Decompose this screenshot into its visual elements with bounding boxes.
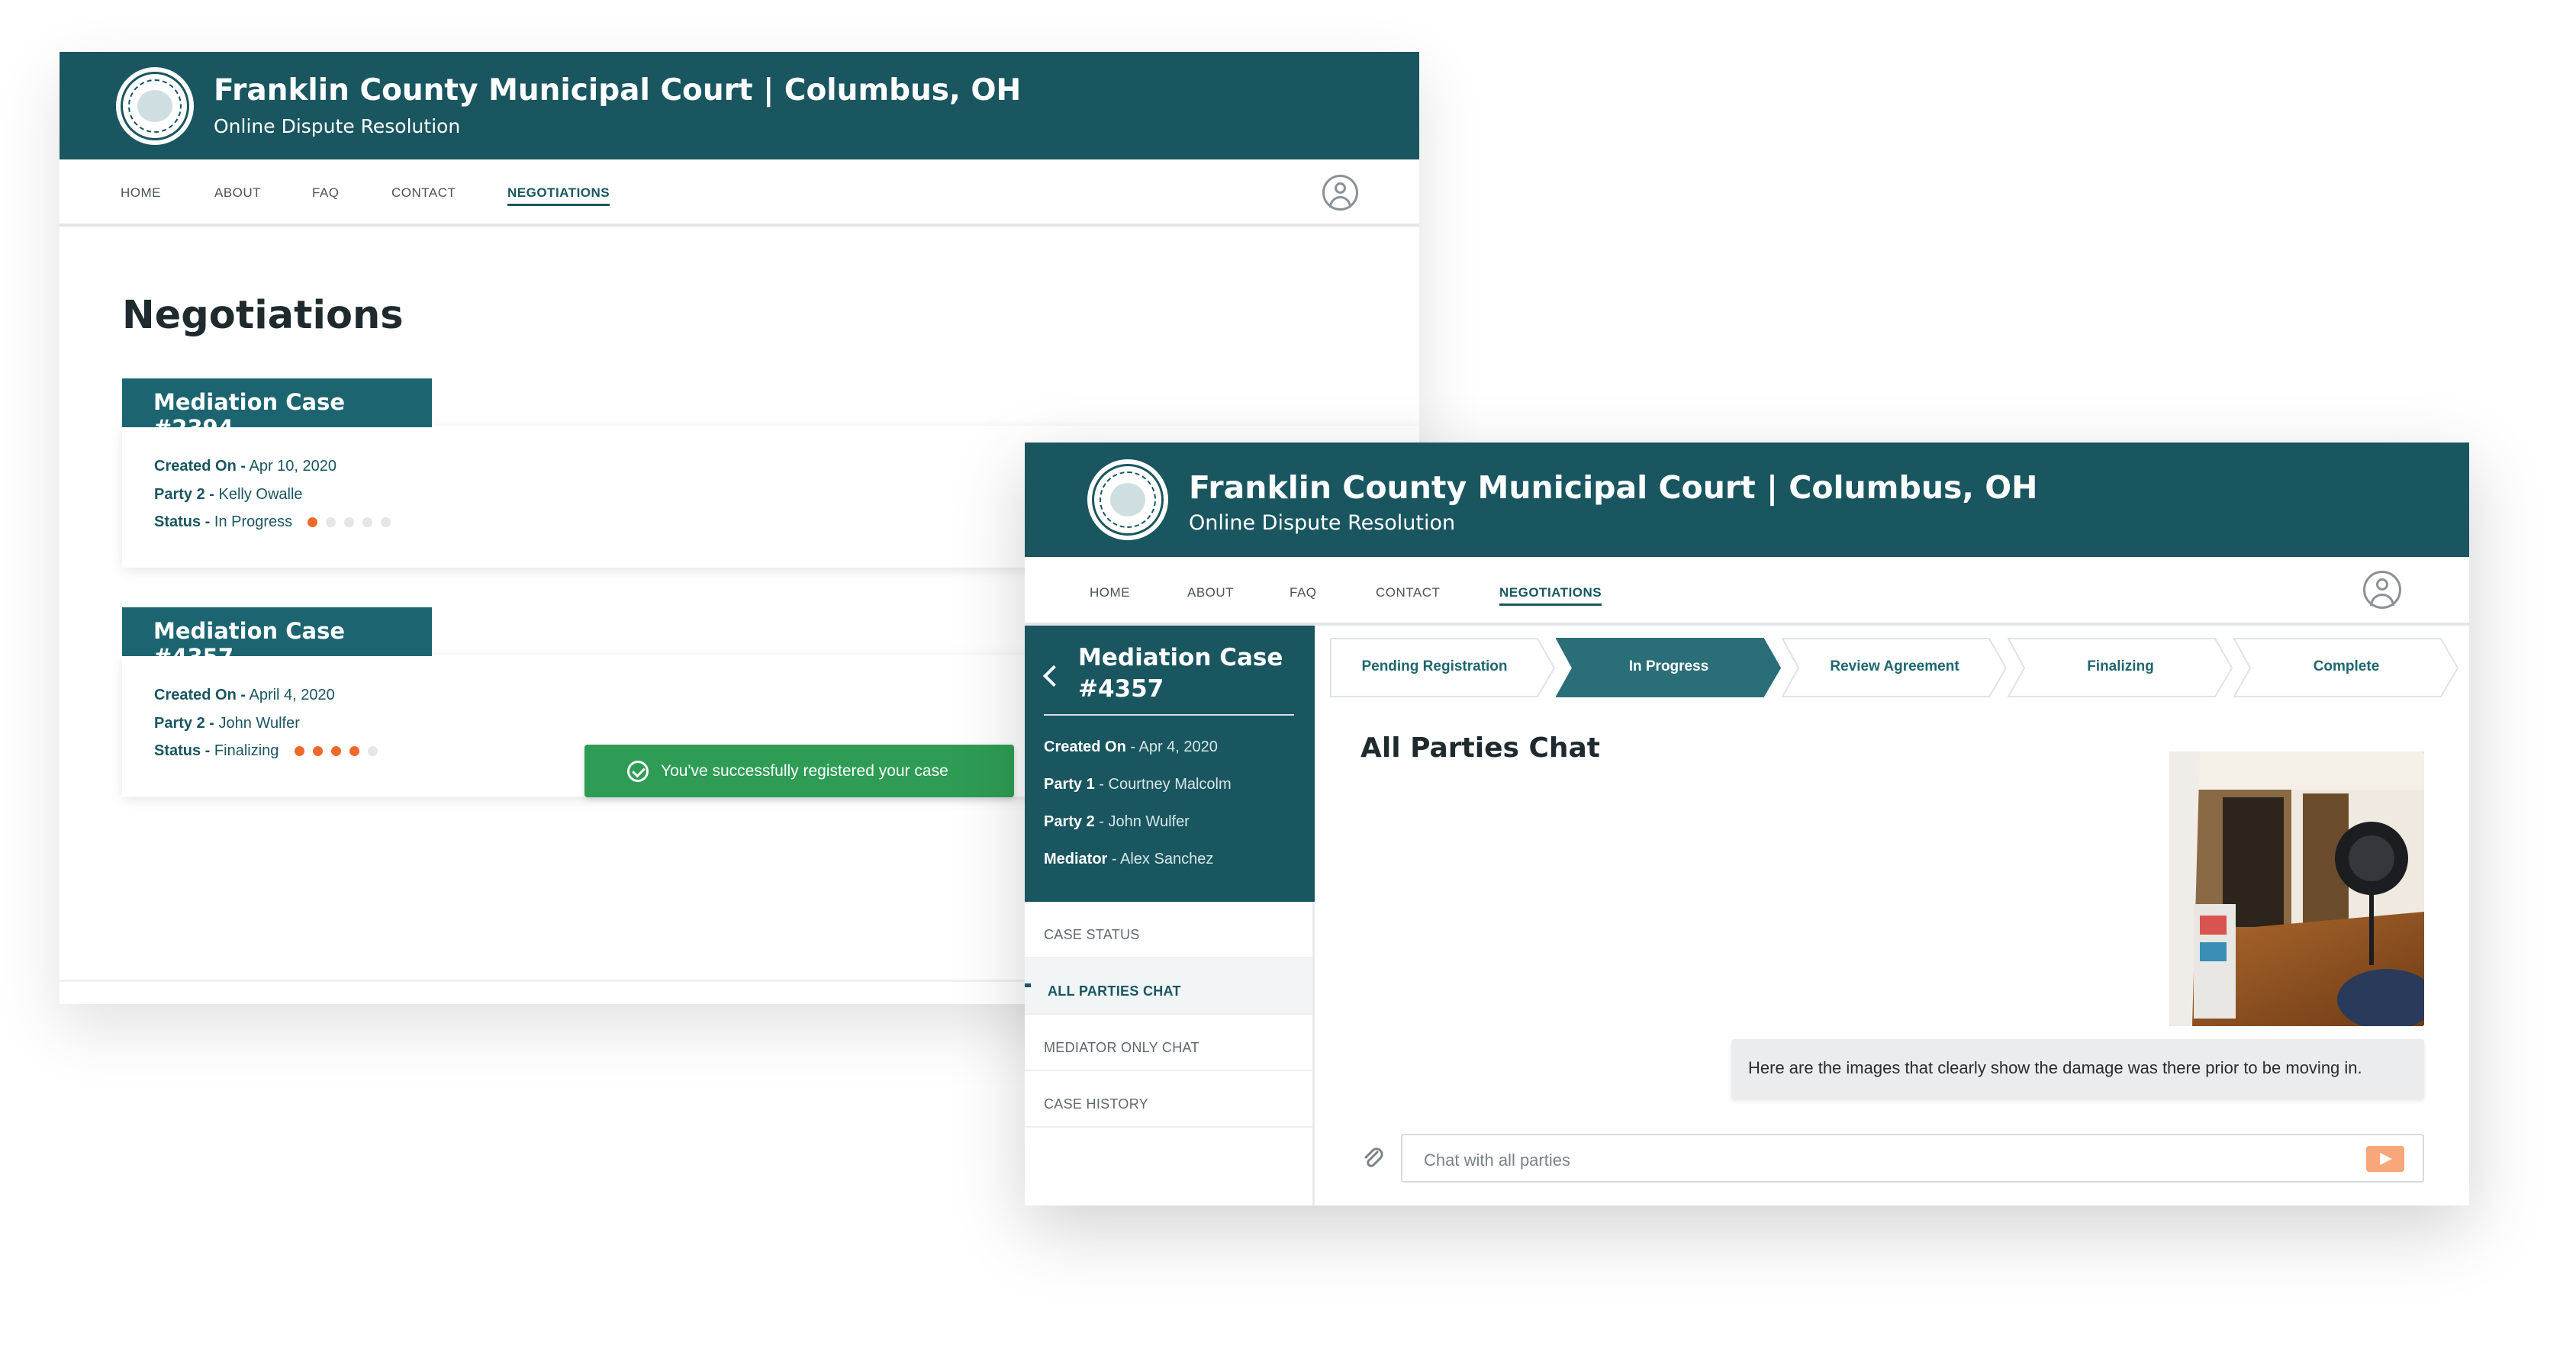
main-nav: HOME ABOUT FAQ CONTACT NEGOTIATIONS [1025,557,2469,626]
case-created-value: April 4, 2020 [249,687,335,703]
progress-dot [331,746,341,756]
site-header: Franklin County Municipal Court | Columb… [60,52,1419,159]
progress-dot [381,517,391,527]
step-pending-registration[interactable]: Pending Registration [1330,638,1556,698]
case-tab[interactable]: Mediation Case #2394 [122,378,432,441]
user-avatar-icon[interactable] [2363,571,2401,609]
meta-label: Mediator [1044,851,1108,867]
toast-message: You've successfully registered your case [661,762,948,780]
case-status-label: Status - [154,742,211,759]
case-status-label: Status - [154,513,211,530]
paperclip-icon[interactable] [1360,1146,1386,1172]
chat-message: Here are the images that clearly show th… [1731,1039,2424,1099]
progress-dot [326,517,336,527]
progress-dot [313,746,323,756]
court-seal-icon[interactable] [116,67,194,145]
court-seal-icon[interactable] [1087,459,1168,540]
site-subtitle: Online Dispute Resolution [1189,511,1456,535]
case-created-value: Apr 10, 2020 [249,458,337,475]
meta-label: Created On [1044,739,1126,755]
progress-dot [362,517,372,527]
step-finalizing[interactable]: Finalizing [2008,638,2233,698]
site-subtitle: Online Dispute Resolution [214,115,461,137]
success-toast[interactable]: You've successfully registered your case [584,745,1014,797]
step-complete[interactable]: Complete [2233,638,2459,698]
nav-contact[interactable]: CONTACT [391,185,456,201]
nav-about[interactable]: ABOUT [1187,585,1234,600]
sidebar-item-all-parties-chat[interactable]: ALL PARTIES CHAT [1025,958,1312,1015]
step-label: Pending Registration [1361,658,1508,674]
nav-home[interactable]: HOME [1090,585,1130,600]
nav-faq[interactable]: FAQ [1290,585,1317,600]
progress-dot [349,746,359,756]
case-meta-mediator: Mediator - Alex Sanchez [1044,851,1213,868]
site-title: Franklin County Municipal Court | Columb… [1189,469,2038,506]
progress-dot [368,746,378,756]
case-party: Party 2 - John Wulfer [154,715,300,732]
case-created-label: Created On - [154,458,246,475]
meta-label: Party 2 [1044,813,1095,830]
step-label: Review Agreement [1830,658,1959,674]
case-party-label: Party 2 - [154,715,214,732]
nav-negotiations[interactable]: NEGOTIATIONS [1499,585,1602,606]
case-party-value: Kelly Owalle [218,486,303,503]
meta-value: - Apr 4, 2020 [1130,739,1218,755]
case-party-value: John Wulfer [218,715,300,732]
site-title: Franklin County Municipal Court | Columb… [214,73,1022,108]
check-circle-icon [627,761,649,782]
sidebar-item-mediator-only-chat[interactable]: MEDIATOR ONLY CHAT [1025,1015,1312,1071]
nav-home[interactable]: HOME [121,185,161,201]
chevron-left-icon[interactable] [1042,665,1065,687]
case-status: Status - Finalizing [154,742,279,760]
nav-faq[interactable]: FAQ [312,185,340,201]
step-review-agreement[interactable]: Review Agreement [1782,638,2008,698]
nav-contact[interactable]: CONTACT [1376,585,1440,600]
case-status-value: In Progress [214,513,293,530]
case-meta-created: Created On - Apr 4, 2020 [1044,739,1218,756]
chat-image[interactable] [2169,752,2424,1026]
chat-input[interactable]: Chat with all parties [1401,1134,2424,1183]
user-avatar-icon[interactable] [1322,175,1358,211]
step-in-progress[interactable]: In Progress [1556,638,1782,698]
case-summary: Mediation Case #4357 Created On - Apr 4,… [1025,626,1315,902]
case-sidebar: Mediation Case #4357 Created On - Apr 4,… [1025,626,1315,1205]
progress-dot [344,517,354,527]
meta-label: Party 1 [1044,776,1095,793]
divider [1044,714,1294,716]
meta-value: - Alex Sanchez [1111,851,1214,867]
meta-value: - Courtney Malcolm [1099,776,1232,793]
meta-value: - John Wulfer [1099,813,1190,830]
nav-about[interactable]: ABOUT [214,185,261,201]
progress-dot [295,746,304,756]
sidebar-item-case-history[interactable]: CASE HISTORY [1025,1071,1312,1128]
chat-title: All Parties Chat [1360,732,1601,764]
case-created-label: Created On - [154,687,246,703]
step-label: Complete [2313,658,2380,674]
page-title: Negotiations [122,293,404,338]
progress-dot [308,517,317,527]
case-created: Created On - April 4, 2020 [154,687,335,704]
case-status-value: Finalizing [214,742,279,759]
site-header: Franklin County Municipal Court | Columb… [1025,443,2469,557]
main-nav: HOME ABOUT FAQ CONTACT NEGOTIATIONS [60,159,1419,227]
case-party-label: Party 2 - [154,486,214,503]
case-party: Party 2 - Kelly Owalle [154,486,303,504]
step-label: In Progress [1628,658,1709,674]
case-meta-party1: Party 1 - Courtney Malcolm [1044,776,1232,793]
case-tab[interactable]: Mediation Case #4357 [122,607,432,670]
case-detail-window: Franklin County Municipal Court | Columb… [1025,443,2469,1205]
case-number: #4357 [1078,675,1164,703]
step-label: Finalizing [2087,658,2154,674]
case-title-line: Mediation Case [1078,644,1283,671]
send-icon[interactable] [2366,1146,2404,1172]
case-status: Status - In Progress [154,513,292,531]
case-title: Mediation Case #4357 [1078,642,1284,705]
nav-negotiations[interactable]: NEGOTIATIONS [507,185,610,206]
sidebar-item-case-status[interactable]: CASE STATUS [1025,902,1312,958]
case-meta-party2: Party 2 - John Wulfer [1044,813,1190,831]
case-created: Created On - Apr 10, 2020 [154,458,336,475]
chat-input-placeholder: Chat with all parties [1424,1151,1570,1170]
